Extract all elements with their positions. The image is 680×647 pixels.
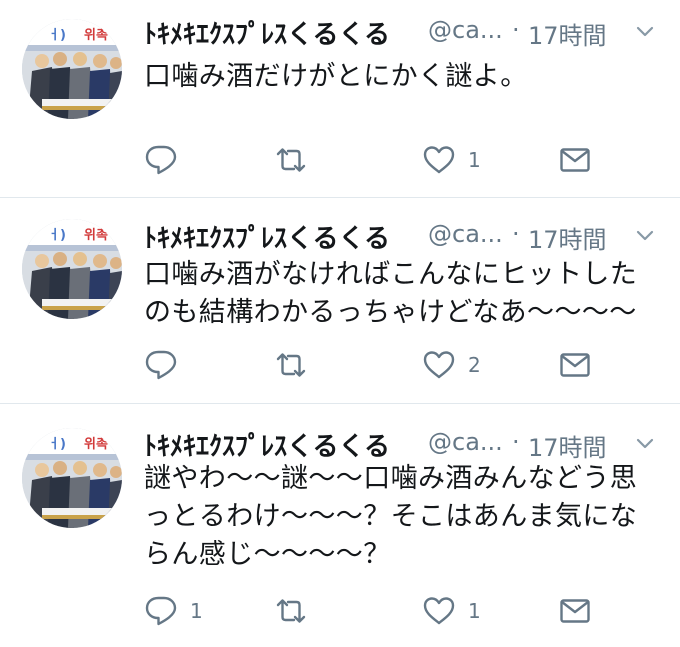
tweet-text: 謎やわ〜〜謎〜〜口噛み酒みんなどう思 っとるわけ〜〜〜？そこはあんま気にな らん… xyxy=(144,460,660,574)
tweet-text-line: のも結構わかるっちゃけどなあ〜〜〜〜 xyxy=(144,297,637,328)
display-name[interactable]: ﾄｷﾒｷｴｸｽﾌﾟﾚｽくるくる xyxy=(144,426,390,463)
like-count: 2 xyxy=(468,353,481,377)
tweet-text-line: らん感じ〜〜〜〜？ xyxy=(144,539,391,570)
tweet-text: 口噛み酒がなければこんなにヒットした のも結構わかるっちゃけどなあ〜〜〜〜 xyxy=(144,256,660,332)
envelope-icon xyxy=(558,348,592,382)
tweet[interactable]: ﾄｷﾒｷｴｸｽﾌﾟﾚｽくるくる @ca... · 17時間 謎やわ〜〜謎〜〜口噛… xyxy=(0,404,680,647)
reply-icon xyxy=(144,594,178,628)
separator: · xyxy=(512,428,520,456)
chevron-down-icon[interactable] xyxy=(634,432,656,454)
heart-icon xyxy=(422,594,456,628)
retweet-button[interactable] xyxy=(274,143,320,177)
retweet-button[interactable] xyxy=(274,348,320,382)
tweet[interactable]: ﾄｷﾒｷｴｸｽﾌﾟﾚｽくるくる @ca... · 17時間 口噛み酒だけがとにか… xyxy=(0,0,680,198)
user-handle[interactable]: @ca... xyxy=(428,220,503,248)
tweet-text-line: 謎やわ〜〜謎〜〜口噛み酒みんなどう思 xyxy=(144,463,638,494)
retweet-icon xyxy=(274,594,308,628)
avatar[interactable] xyxy=(22,428,122,528)
reply-icon xyxy=(144,143,178,177)
user-handle[interactable]: @ca... xyxy=(428,428,503,456)
like-count: 1 xyxy=(468,148,481,172)
tweet-actions: 1 xyxy=(144,143,624,177)
display-name[interactable]: ﾄｷﾒｷｴｸｽﾌﾟﾚｽくるくる xyxy=(144,218,390,255)
like-button[interactable]: 2 xyxy=(422,348,481,382)
envelope-icon xyxy=(558,143,592,177)
like-button[interactable]: 1 xyxy=(422,594,481,628)
separator: · xyxy=(512,220,520,248)
timestamp[interactable]: 17時間 xyxy=(528,428,607,463)
reply-button[interactable] xyxy=(144,348,190,382)
retweet-icon xyxy=(274,348,308,382)
direct-message-button[interactable] xyxy=(558,143,592,177)
tweet-text-line: 口噛み酒だけがとにかく謎よ。 xyxy=(144,61,528,92)
tweet-text-line: 口噛み酒がなければこんなにヒットした xyxy=(144,259,638,290)
timestamp[interactable]: 17時間 xyxy=(528,220,607,255)
reply-button[interactable]: 1 xyxy=(144,594,203,628)
separator: · xyxy=(512,16,520,44)
avatar[interactable] xyxy=(22,219,122,319)
display-name[interactable]: ﾄｷﾒｷｴｸｽﾌﾟﾚｽくるくる xyxy=(144,14,390,51)
like-count: 1 xyxy=(468,599,481,623)
user-handle[interactable]: @ca... xyxy=(428,16,503,44)
direct-message-button[interactable] xyxy=(558,348,592,382)
retweet-icon xyxy=(274,143,308,177)
reply-icon xyxy=(144,348,178,382)
tweet-actions: 1 1 xyxy=(144,594,624,628)
avatar[interactable] xyxy=(22,19,122,119)
envelope-icon xyxy=(558,594,592,628)
tweet-actions: 2 xyxy=(144,348,624,382)
tweet-text: 口噛み酒だけがとにかく謎よ。 xyxy=(144,58,660,96)
heart-icon xyxy=(422,143,456,177)
tweet-header: ﾄｷﾒｷｴｸｽﾌﾟﾚｽくるくる @ca... · 17時間 xyxy=(144,14,656,50)
tweet[interactable]: ﾄｷﾒｷｴｸｽﾌﾟﾚｽくるくる @ca... · 17時間 口噛み酒がなければこ… xyxy=(0,198,680,404)
direct-message-button[interactable] xyxy=(558,594,592,628)
chevron-down-icon[interactable] xyxy=(634,20,656,42)
heart-icon xyxy=(422,348,456,382)
retweet-button[interactable] xyxy=(274,594,320,628)
chevron-down-icon[interactable] xyxy=(634,224,656,246)
tweet-header: ﾄｷﾒｷｴｸｽﾌﾟﾚｽくるくる @ca... · 17時間 xyxy=(144,426,656,462)
tweet-text-line: っとるわけ〜〜〜？そこはあんま気にな xyxy=(144,501,638,532)
tweet-header: ﾄｷﾒｷｴｸｽﾌﾟﾚｽくるくる @ca... · 17時間 xyxy=(144,218,656,254)
timestamp[interactable]: 17時間 xyxy=(528,16,607,51)
reply-button[interactable] xyxy=(144,143,190,177)
reply-count: 1 xyxy=(190,599,203,623)
like-button[interactable]: 1 xyxy=(422,143,481,177)
